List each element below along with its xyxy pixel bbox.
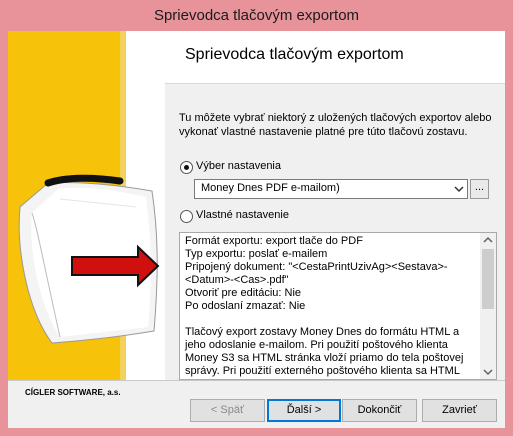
export-description: Tlačový export zostavy Money Dnes do for… <box>185 326 464 379</box>
export-details-text: Formát exportu: export tlače do PDF Typ … <box>185 235 477 379</box>
wizard-body: Sprievodca tlačovým exportom Tu môžete v… <box>8 31 505 428</box>
page-title: Sprievodca tlačovým exportom <box>185 46 404 63</box>
wizard-header: Sprievodca tlačovým exportom <box>165 31 505 84</box>
footer-divider <box>8 380 505 381</box>
preset-radio-label[interactable]: Výber nastavenia <box>196 160 281 172</box>
scroll-up-icon[interactable] <box>480 233 496 247</box>
wizard-content: Sprievodca tlačovým exportom Tu môžete v… <box>165 31 505 380</box>
preset-select[interactable]: Money Dnes PDF e-mailom) <box>194 179 468 199</box>
details-scrollbar[interactable] <box>480 233 496 379</box>
detail-line: <Datum>-<Cas>.pdf" <box>185 274 289 286</box>
preset-select-value: Money Dnes PDF e-mailom) <box>201 182 340 194</box>
custom-radio-label[interactable]: Vlastné nastavenie <box>196 209 289 221</box>
close-button[interactable]: Zavrieť <box>422 399 497 422</box>
company-name: CÍGLER SOFTWARE, a.s. <box>25 388 121 397</box>
wizard-side-art <box>8 31 165 380</box>
next-button[interactable]: Ďalší > <box>267 399 341 422</box>
export-details-box[interactable]: Formát exportu: export tlače do PDF Typ … <box>179 232 497 380</box>
detail-line: Pripojený dokument: "<CestaPrintUzivAg><… <box>185 261 448 273</box>
printer-paper-illustration <box>8 31 165 380</box>
intro-text: Tu môžete vybrať niektorý z uložených tl… <box>179 112 492 138</box>
detail-line: Otvoriť pre editáciu: Nie <box>185 287 302 299</box>
chevron-down-icon[interactable] <box>451 180 467 198</box>
more-options-button[interactable]: ... <box>470 179 489 199</box>
custom-radio[interactable] <box>180 210 193 223</box>
detail-line: Po odoslaní zmazať: Nie <box>185 300 306 312</box>
back-button[interactable]: < Späť <box>190 399 265 422</box>
window-title: Sprievodca tlačovým exportom <box>153 7 360 24</box>
scroll-down-icon[interactable] <box>480 365 496 379</box>
finish-button[interactable]: Dokončiť <box>342 399 417 422</box>
wizard-window: Sprievodca tlačovým exportom Sprievodca … <box>0 0 513 436</box>
detail-line: Formát exportu: export tlače do PDF <box>185 235 363 247</box>
preset-radio[interactable] <box>180 161 193 174</box>
detail-line: Typ exportu: poslať e-mailem <box>185 248 328 260</box>
scroll-thumb[interactable] <box>482 249 494 309</box>
